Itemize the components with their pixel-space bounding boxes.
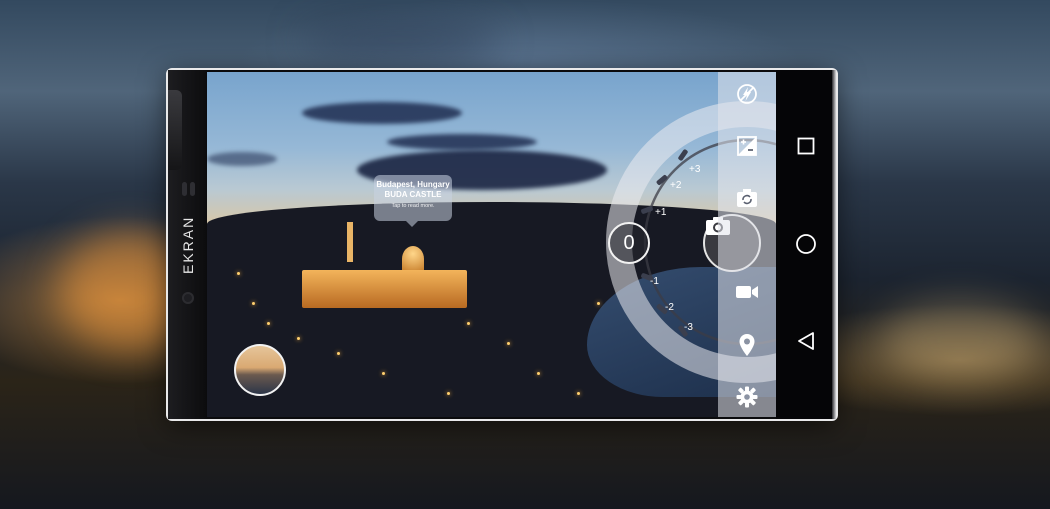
- location-pin-icon: [739, 334, 755, 356]
- phone-device: EKRAN Budapest, Hungary BUDA CASTLE Tap …: [168, 70, 836, 419]
- speaker-grille: [182, 182, 187, 196]
- bubble-place: BUDA CASTLE: [384, 190, 442, 199]
- camera-tool-strip: [718, 72, 776, 417]
- dial-marker: [656, 175, 668, 185]
- exposure-icon: [737, 136, 757, 156]
- recent-apps-icon: [797, 137, 815, 155]
- dial-tick-label: +3: [689, 164, 701, 175]
- front-sensor: [182, 292, 194, 304]
- switch-camera-button[interactable]: [718, 180, 776, 216]
- exposure-reset-button[interactable]: 0: [608, 222, 650, 264]
- exposure-button[interactable]: [718, 128, 776, 164]
- back-button[interactable]: [792, 327, 820, 355]
- back-icon: [798, 332, 814, 350]
- android-nav-bar: [776, 70, 836, 419]
- video-icon: [736, 286, 758, 298]
- gallery-thumbnail[interactable]: [234, 344, 286, 396]
- dial-tick-label: +2: [670, 180, 682, 191]
- settings-gear-icon: [736, 386, 758, 408]
- flash-off-icon: [737, 84, 757, 104]
- home-icon: [796, 234, 816, 254]
- flash-toggle-button[interactable]: [718, 76, 776, 112]
- bubble-hint: Tap to read more.: [391, 203, 435, 209]
- recent-apps-button[interactable]: [792, 132, 820, 160]
- bubble-city: Budapest, Hungary: [376, 180, 450, 189]
- dial-marker: [678, 149, 688, 161]
- camera-viewfinder[interactable]: Budapest, Hungary BUDA CASTLE Tap to rea…: [207, 72, 776, 417]
- brand-logo: EKRAN: [180, 215, 196, 275]
- home-button[interactable]: [792, 230, 820, 258]
- left-bezel: EKRAN: [168, 70, 206, 419]
- switch-camera-icon: [737, 189, 757, 207]
- location-info-bubble[interactable]: Budapest, Hungary BUDA CASTLE Tap to rea…: [374, 175, 452, 227]
- video-mode-button[interactable]: [718, 274, 776, 310]
- location-button[interactable]: [718, 327, 776, 363]
- settings-button[interactable]: [718, 379, 776, 415]
- castle-landmark: [302, 270, 467, 308]
